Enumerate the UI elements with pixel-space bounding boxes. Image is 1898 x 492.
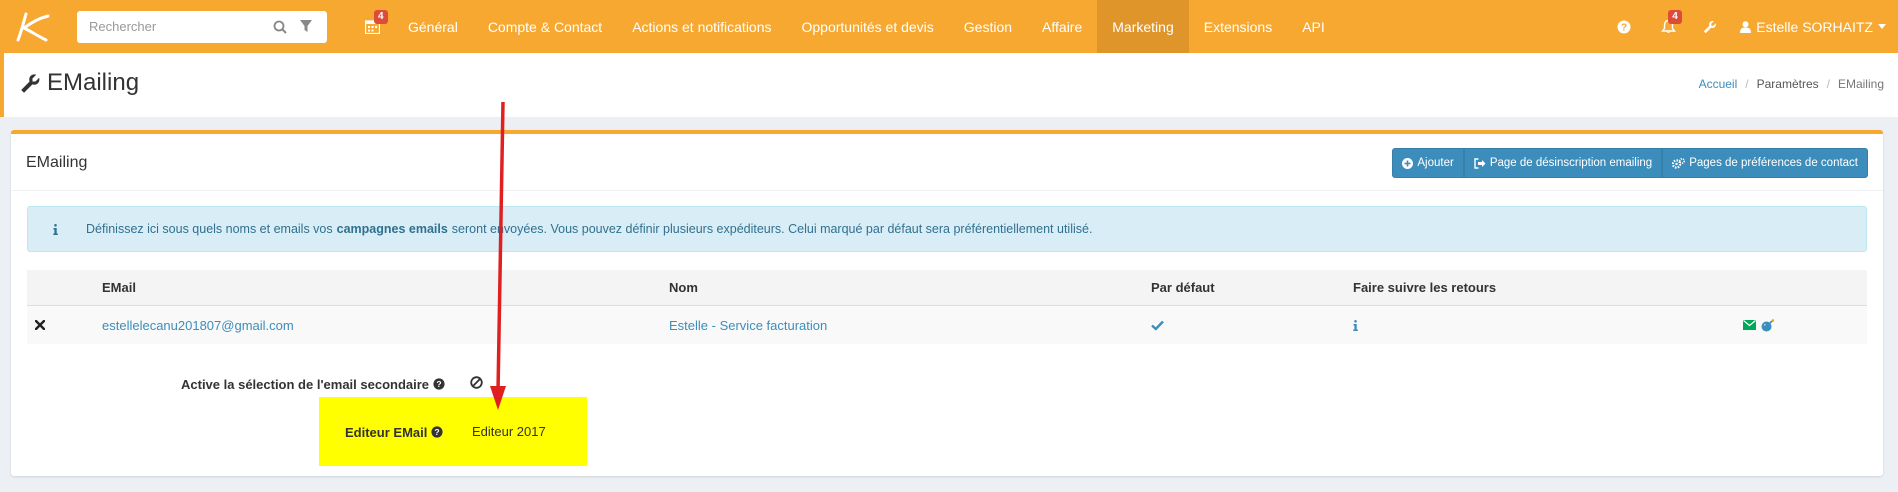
plus-circle-icon bbox=[1402, 157, 1414, 169]
row-forward-info[interactable] bbox=[1353, 306, 1358, 344]
row-default-check bbox=[1151, 306, 1164, 344]
nav-actions-notifications[interactable]: Actions et notifications bbox=[617, 0, 786, 53]
unsubscribe-page-button-label: Page de désinscription emailing bbox=[1489, 157, 1653, 169]
contact-preferences-button[interactable]: Pages de préférences de contact bbox=[1662, 148, 1868, 178]
row-send-test-button[interactable] bbox=[1743, 306, 1756, 344]
calendar-badge: 4 bbox=[374, 10, 388, 24]
notifications-badge: 4 bbox=[1668, 10, 1682, 24]
search-box bbox=[77, 10, 327, 43]
callout-text-end: seront envoyées. Vous pouvez définir plu… bbox=[451, 222, 1093, 236]
wrench-icon bbox=[21, 73, 40, 93]
settings-button[interactable] bbox=[1690, 0, 1730, 53]
help-button[interactable]: ? bbox=[1602, 0, 1646, 53]
top-navbar: 4 Général Compte & Contact Actions et no… bbox=[0, 0, 1898, 53]
nav-api[interactable]: API bbox=[1287, 0, 1340, 53]
secondary-email-label: Active la sélection de l'email secondair… bbox=[181, 374, 445, 394]
search-input[interactable] bbox=[89, 19, 265, 34]
svg-text:?: ? bbox=[436, 379, 441, 389]
main-nav: Général Compte & Contact Actions et noti… bbox=[393, 0, 1340, 53]
col-name[interactable]: Nom bbox=[669, 270, 698, 305]
filter-icon[interactable] bbox=[295, 16, 317, 38]
bomb-icon bbox=[1761, 318, 1775, 331]
breadcrumb-separator: / bbox=[1826, 77, 1830, 91]
breadcrumb-separator: / bbox=[1745, 77, 1749, 91]
cogs-icon bbox=[1672, 157, 1686, 169]
wrench-icon bbox=[1704, 20, 1717, 33]
question-circle-icon[interactable]: ? bbox=[431, 426, 443, 438]
nav-affaire[interactable]: Affaire bbox=[1027, 0, 1097, 53]
search-icon[interactable] bbox=[269, 16, 291, 38]
delete-row-button[interactable] bbox=[35, 306, 45, 344]
senders-table: EMail Nom Par défaut Faire suivre les re… bbox=[27, 270, 1867, 344]
info-callout: Définissez ici sous quels noms et emails… bbox=[27, 206, 1867, 252]
sign-out-icon bbox=[1474, 157, 1486, 169]
right-nav: ? 4 Estelle SORHAITZ bbox=[1602, 0, 1898, 53]
emailing-box: EMailing Ajouter Page de désinscription … bbox=[11, 130, 1883, 476]
box-title: EMailing bbox=[26, 154, 88, 171]
nav-general[interactable]: Général bbox=[393, 0, 473, 53]
question-circle-icon: ? bbox=[1617, 20, 1631, 33]
box-divider bbox=[11, 190, 1883, 191]
contact-preferences-button-label: Pages de préférences de contact bbox=[1689, 157, 1858, 169]
page-title: EMailing bbox=[20, 69, 139, 97]
table-header: EMail Nom Par défaut Faire suivre les re… bbox=[27, 270, 1867, 306]
email-editor-label: Editeur EMail ? bbox=[345, 422, 443, 442]
page-title-text: EMailing bbox=[47, 69, 140, 96]
times-icon bbox=[35, 320, 45, 330]
user-name: Estelle SORHAITZ bbox=[1756, 18, 1873, 35]
nav-opportunites-devis[interactable]: Opportunités et devis bbox=[787, 0, 949, 53]
callout-text-bold: campagnes emails bbox=[336, 222, 448, 236]
row-name-link[interactable]: Estelle - Service facturation bbox=[669, 306, 827, 344]
breadcrumb: Accueil / Paramètres / EMailing bbox=[1699, 77, 1884, 91]
check-icon bbox=[1151, 320, 1164, 331]
nav-compte-contact[interactable]: Compte & Contact bbox=[473, 0, 617, 53]
svg-text:?: ? bbox=[1621, 22, 1627, 33]
row-bomb-button[interactable] bbox=[1761, 306, 1775, 344]
logo-k-icon bbox=[16, 12, 50, 41]
callout-text-start: Définissez ici sous quels noms et emails… bbox=[86, 222, 333, 236]
user-icon bbox=[1740, 20, 1752, 33]
nav-gestion[interactable]: Gestion bbox=[949, 0, 1027, 53]
breadcrumb-section: Paramètres bbox=[1756, 77, 1819, 91]
col-forward[interactable]: Faire suivre les retours bbox=[1353, 270, 1496, 305]
table-row: estellelecanu201807@gmail.com Estelle - … bbox=[27, 306, 1867, 344]
breadcrumb-home[interactable]: Accueil bbox=[1699, 77, 1738, 91]
question-circle-icon[interactable]: ? bbox=[433, 378, 445, 390]
calendar-button[interactable]: 4 bbox=[355, 0, 389, 53]
secondary-email-toggle[interactable] bbox=[470, 376, 483, 394]
secondary-email-label-text: Active la sélection de l'email secondair… bbox=[181, 376, 430, 392]
breadcrumb-current: EMailing bbox=[1837, 77, 1884, 91]
app-logo[interactable] bbox=[0, 0, 64, 53]
nav-marketing[interactable]: Marketing bbox=[1097, 0, 1189, 53]
caret-down-icon bbox=[1878, 24, 1886, 29]
notifications-button[interactable]: 4 bbox=[1646, 0, 1690, 53]
col-default[interactable]: Par défaut bbox=[1151, 270, 1215, 305]
nav-extensions[interactable]: Extensions bbox=[1189, 0, 1287, 53]
user-menu[interactable]: Estelle SORHAITZ bbox=[1730, 19, 1898, 35]
info-icon bbox=[1353, 319, 1358, 331]
info-icon bbox=[48, 223, 62, 235]
unsubscribe-page-button[interactable]: Page de désinscription emailing bbox=[1463, 148, 1663, 178]
add-button[interactable]: Ajouter bbox=[1392, 148, 1464, 178]
add-button-label: Ajouter bbox=[1417, 157, 1454, 169]
email-editor-label-text: Editeur EMail bbox=[345, 424, 428, 440]
col-email[interactable]: EMail bbox=[102, 270, 136, 305]
ban-icon bbox=[470, 376, 483, 389]
svg-text:?: ? bbox=[435, 427, 440, 437]
envelope-icon bbox=[1743, 320, 1756, 330]
box-tools: Ajouter Page de désinscription emailing … bbox=[1392, 148, 1868, 178]
content-header: EMailing Accueil / Paramètres / EMailing bbox=[0, 53, 1898, 117]
row-email-link[interactable]: estellelecanu201807@gmail.com bbox=[102, 306, 294, 344]
email-editor-value[interactable]: Editeur 2017 bbox=[472, 424, 546, 439]
